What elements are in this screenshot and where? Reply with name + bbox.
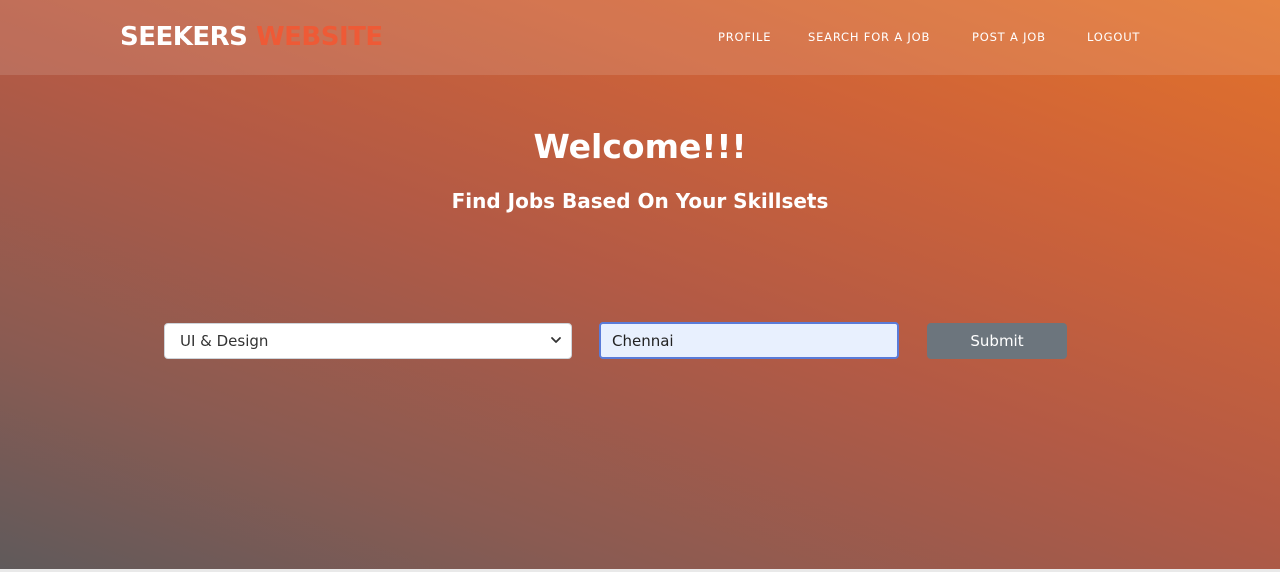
- brand-logo[interactable]: SEEKERS WEBSITE: [120, 22, 383, 52]
- submit-button[interactable]: Submit: [927, 323, 1067, 359]
- brand-text-primary: SEEKERS: [120, 22, 248, 52]
- skill-select[interactable]: UI & Design: [164, 323, 572, 359]
- navbar: SEEKERS WEBSITE PROFILE SEARCH FOR A JOB…: [0, 0, 1280, 75]
- brand-text-accent: WEBSITE: [255, 22, 383, 52]
- nav-link-search-job[interactable]: SEARCH FOR A JOB: [808, 30, 930, 44]
- nav-link-profile[interactable]: PROFILE: [718, 30, 771, 44]
- skill-select-value: UI & Design: [180, 332, 269, 350]
- page-subtitle: Find Jobs Based On Your Skillsets: [451, 189, 829, 213]
- nav-link-logout[interactable]: LOGOUT: [1087, 30, 1140, 44]
- location-input[interactable]: [599, 322, 899, 359]
- chevron-down-icon: [551, 337, 561, 343]
- nav-link-post-job[interactable]: POST A JOB: [972, 30, 1046, 44]
- page-title: Welcome!!!: [533, 127, 747, 166]
